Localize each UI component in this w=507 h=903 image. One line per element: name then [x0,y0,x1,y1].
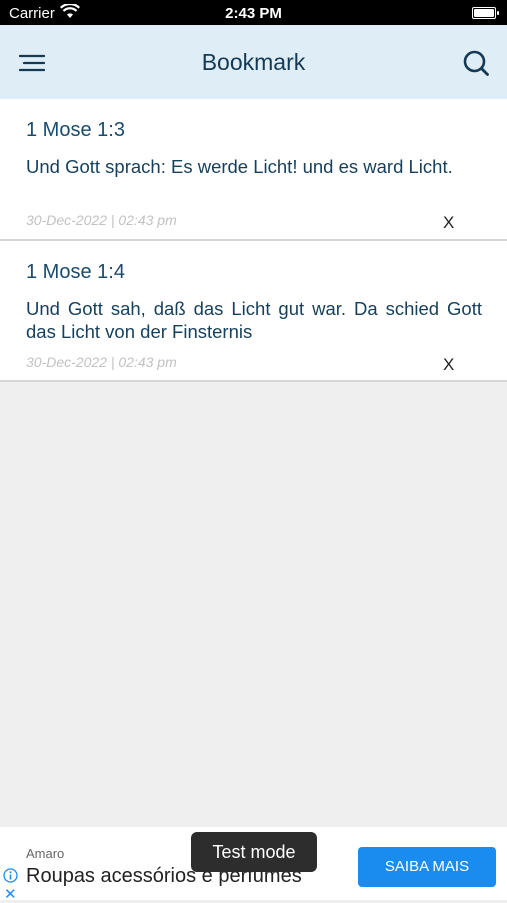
verse-reference: 1 Mose 1:4 [26,261,125,283]
ad-banner[interactable]: Amaro Roupas acessórios e perfumes SAIBA… [0,827,507,902]
clock: 2:43 PM [225,5,282,22]
battery-icon [472,7,499,19]
page-title: Bookmark [201,49,306,75]
test-mode-badge: Test mode [191,832,317,872]
app-header: Bookmark [0,25,507,99]
verse-text: Und Gott sprach: Es werde Licht! und es … [26,156,453,177]
ad-advertiser: Amaro [26,846,65,861]
ad-cta-button[interactable]: SAIBA MAIS [358,847,496,887]
bookmark-date: 30-Dec-2022 | 02:43 pm [26,354,177,370]
bookmark-item[interactable]: 1 Mose 1:4 Und Gott sah, daß das Licht g… [0,241,507,382]
remove-bookmark-button[interactable]: X [443,213,454,233]
verse-reference: 1 Mose 1:3 [26,119,125,141]
info-icon[interactable] [3,868,18,883]
bookmark-list: 1 Mose 1:3 Und Gott sprach: Es werde Lic… [0,99,507,382]
bookmark-date: 30-Dec-2022 | 02:43 pm [26,212,177,228]
search-icon[interactable] [462,49,490,77]
remove-bookmark-button[interactable]: X [443,355,454,375]
bookmark-item[interactable]: 1 Mose 1:3 Und Gott sprach: Es werde Lic… [0,99,507,241]
status-bar: Carrier 2:43 PM [0,0,507,25]
verse-text: Und Gott sah, daß das Licht gut war. Da … [26,298,482,342]
